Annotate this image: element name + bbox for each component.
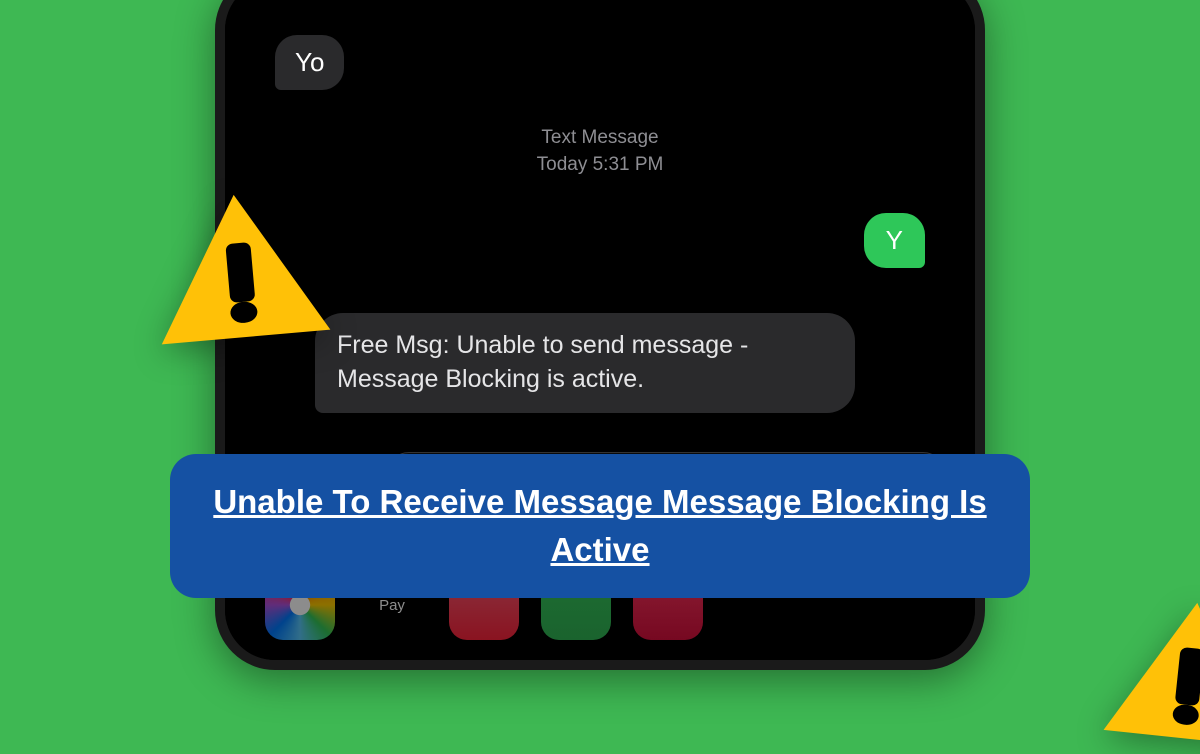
headline-text: Unable To Receive Message Message Blocki…: [210, 478, 990, 574]
message-timestamp: Text Message Today 5:31 PM: [255, 125, 945, 178]
incoming-message-bubble[interactable]: Yo: [275, 35, 344, 90]
apple-pay-label: Pay: [379, 597, 405, 614]
headline-banner: Unable To Receive Message Message Blocki…: [170, 454, 1030, 598]
outgoing-message-bubble[interactable]: Y: [864, 213, 925, 268]
timestamp-label: Text Message: [255, 125, 945, 152]
timestamp-time: Today 5:31 PM: [255, 152, 945, 179]
system-message-bubble[interactable]: Free Msg: Unable to send message - Messa…: [315, 313, 855, 413]
